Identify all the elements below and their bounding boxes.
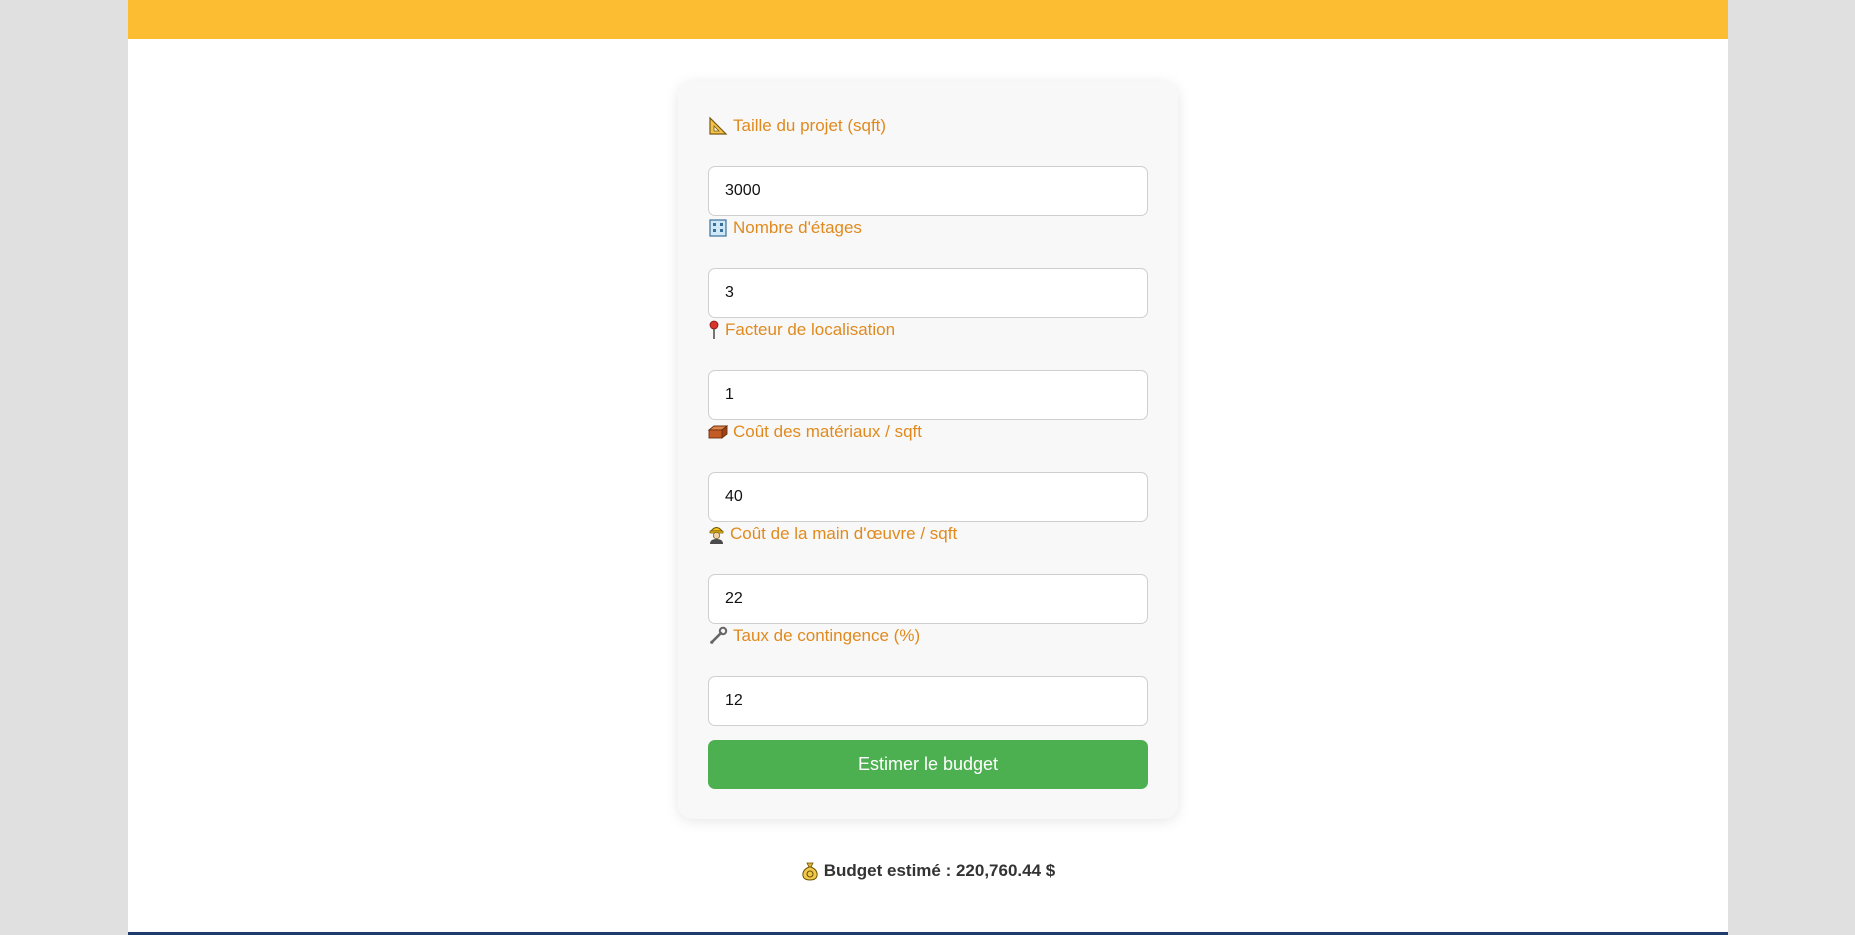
construction-worker-icon: [708, 524, 725, 544]
estimate-budget-button[interactable]: Estimer le budget: [708, 740, 1148, 789]
round-pushpin-icon: [708, 320, 720, 340]
money-bag-icon: [801, 861, 819, 881]
material-cost-label-text: Coût des matériaux / sqft: [733, 422, 922, 441]
budget-result-text: Budget estimé : 220,760.44 $: [823, 861, 1056, 880]
labor-cost-input[interactable]: [708, 574, 1148, 624]
contingency-rate-input[interactable]: [708, 676, 1148, 726]
top-banner: [128, 0, 1728, 39]
location-factor-label-text: Facteur de localisation: [725, 320, 896, 339]
project-size-label: Taille du projet (sqft): [708, 115, 886, 137]
floor-count-input[interactable]: [708, 268, 1148, 318]
contingency-rate-label: Taux de contingence (%): [708, 625, 920, 647]
budget-form-card: Taille du projet (sqft) Nombre d'étages …: [678, 82, 1178, 819]
office-building-icon: [708, 218, 728, 238]
page: Taille du projet (sqft) Nombre d'étages …: [128, 0, 1728, 935]
project-size-input[interactable]: [708, 166, 1148, 216]
floor-count-label: Nombre d'étages: [708, 217, 862, 239]
project-size-label-text: Taille du projet (sqft): [733, 116, 887, 135]
location-factor-label: Facteur de localisation: [708, 319, 895, 341]
brick-icon: [708, 422, 728, 442]
wrench-icon: [708, 626, 728, 646]
labor-cost-label-text: Coût de la main d'œuvre / sqft: [730, 524, 958, 543]
material-cost-input[interactable]: [708, 472, 1148, 522]
contingency-rate-label-text: Taux de contingence (%): [733, 626, 921, 645]
material-cost-label: Coût des matériaux / sqft: [708, 421, 922, 443]
location-factor-input[interactable]: [708, 370, 1148, 420]
labor-cost-label: Coût de la main d'œuvre / sqft: [708, 523, 957, 545]
floor-count-label-text: Nombre d'étages: [733, 218, 862, 237]
triangular-ruler-icon: [708, 116, 728, 136]
budget-result: Budget estimé : 220,760.44 $: [128, 861, 1728, 881]
